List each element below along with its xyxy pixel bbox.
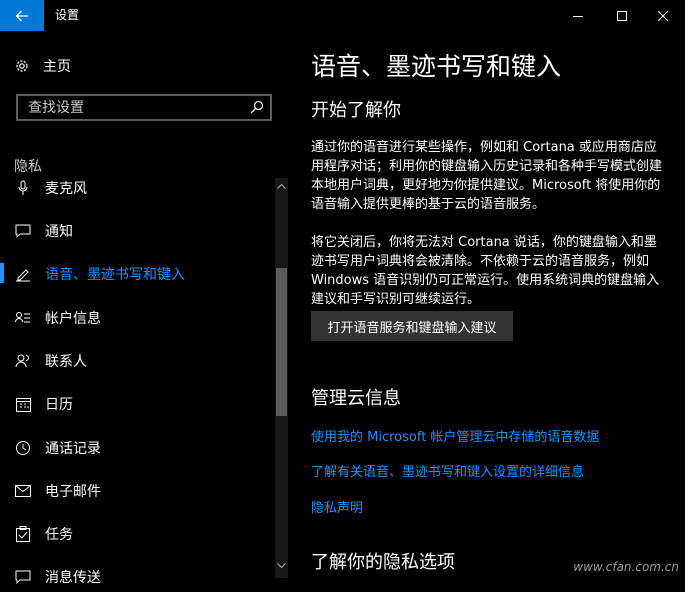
sidebar-item-call-history[interactable]: 通话记录	[0, 433, 270, 463]
sidebar-item-calendar[interactable]: 日历	[0, 389, 270, 419]
sidebar-item-messaging[interactable]: 消息传送	[0, 562, 270, 592]
search-placeholder: 查找设置	[28, 100, 84, 116]
sidebar-item-label: 帐户信息	[45, 311, 101, 327]
sidebar-item-label: 通话记录	[45, 441, 101, 457]
maximize-button[interactable]	[599, 0, 645, 31]
back-arrow-icon	[15, 10, 28, 21]
sidebar-item-microphone[interactable]: 麦克风	[0, 173, 270, 203]
contacts-icon	[13, 354, 33, 368]
manage-cloud-speech-data-link[interactable]: 使用我的 Microsoft 帐户管理云中存储的语音数据	[311, 426, 599, 445]
account-info-icon	[13, 311, 33, 325]
scroll-down-button[interactable]	[275, 560, 288, 572]
microphone-icon	[13, 180, 33, 196]
sidebar-scrollbar-thumb[interactable]	[276, 268, 287, 416]
close-icon	[658, 10, 668, 21]
scroll-up-button[interactable]	[275, 180, 288, 192]
sidebar-item-label: 电子邮件	[45, 484, 101, 500]
minimize-icon	[573, 15, 583, 17]
learn-more-link[interactable]: 了解有关语音、墨迹书写和键入设置的详细信息	[311, 461, 584, 480]
section-heading-get-to-know-you: 开始了解你	[311, 100, 401, 121]
back-button[interactable]	[0, 0, 44, 31]
tasks-icon	[13, 526, 33, 542]
speech-inking-icon	[13, 266, 33, 282]
gear-icon	[16, 60, 28, 72]
page-title: 语音、墨迹书写和键入	[311, 52, 562, 81]
chevron-down-icon	[277, 563, 286, 569]
sidebar-item-label: 任务	[45, 527, 73, 543]
description-paragraph-off: 将它关闭后，你将无法对 Cortana 说话，你的键盘输入和墨迹书写用户词典将会…	[311, 235, 660, 307]
enable-speech-services-button[interactable]: 打开语音服务和键盘输入建议	[311, 311, 513, 341]
sidebar-item-speech-inking-typing[interactable]: 语音、墨迹书写和键入	[0, 259, 270, 289]
email-icon	[13, 485, 33, 497]
search-input[interactable]: 查找设置	[16, 94, 272, 121]
sidebar-item-label: 消息传送	[45, 570, 101, 586]
sidebar-item-notifications[interactable]: 通知	[0, 216, 270, 246]
notification-icon	[13, 224, 33, 238]
search-icon[interactable]	[250, 100, 264, 114]
sidebar-item-contacts[interactable]: 联系人	[0, 346, 270, 376]
privacy-statement-link[interactable]: 隐私声明	[311, 497, 363, 516]
messaging-icon	[13, 570, 33, 584]
sidebar-item-label: 语音、墨迹书写和键入	[45, 267, 185, 283]
sidebar-item-label: 联系人	[45, 354, 87, 370]
watermark: www.cfan.com.cn	[573, 560, 679, 574]
minimize-button[interactable]	[555, 0, 601, 31]
chevron-up-icon	[277, 183, 286, 189]
close-button[interactable]	[640, 0, 685, 31]
window-title: 设置	[55, 8, 80, 22]
maximize-icon	[617, 10, 627, 21]
sidebar-item-email[interactable]: 电子邮件	[0, 476, 270, 506]
call-history-icon	[13, 440, 33, 456]
section-heading-privacy-options: 了解你的隐私选项	[311, 552, 455, 573]
calendar-icon	[13, 397, 33, 412]
section-heading-manage-cloud-info: 管理云信息	[311, 388, 401, 409]
sidebar-item-label: 麦克风	[45, 181, 87, 197]
sidebar-item-label: 通知	[45, 224, 73, 240]
sidebar-item-tasks[interactable]: 任务	[0, 519, 270, 549]
sidebar-item-account-info[interactable]: 帐户信息	[0, 303, 270, 333]
sidebar-home[interactable]: 主页	[14, 55, 71, 77]
sidebar-item-label: 日历	[45, 397, 73, 413]
home-label: 主页	[43, 59, 71, 75]
description-paragraph: 通过你的语音进行某些操作，例如和 Cortana 或应用商店应用程序对话；利用你…	[311, 140, 663, 212]
